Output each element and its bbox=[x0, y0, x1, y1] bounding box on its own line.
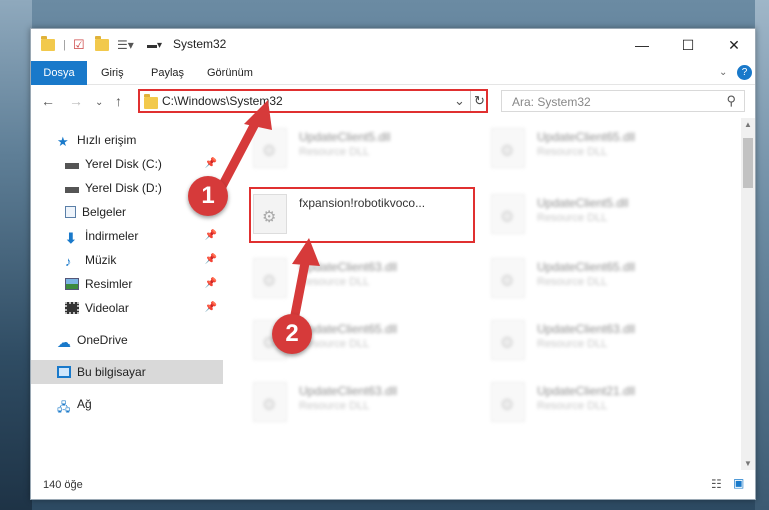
music-icon: ♪ bbox=[65, 254, 72, 269]
file-item[interactable]: UpdateClient63.dll Resource DLL bbox=[249, 252, 449, 306]
recent-locations-icon[interactable]: ⌄ bbox=[95, 97, 103, 108]
sidebar-item-downloads[interactable]: ⬇ İndirmeler 📌 bbox=[31, 224, 223, 248]
sidebar-item-local-disk-c[interactable]: Yerel Disk (C:) 📌 bbox=[31, 152, 223, 176]
sidebar-item-pictures[interactable]: Resimler 📌 bbox=[31, 272, 223, 296]
explorer-window: | ☑ ☰▾ ▬▾ System32 — ☐ ✕ Dosya Giriş Pay… bbox=[30, 28, 756, 500]
chevron-down-icon[interactable]: ▬▾ bbox=[147, 36, 162, 54]
separator-icon: | bbox=[63, 39, 66, 51]
file-item[interactable]: UpdateClient21.dll Resource DLL bbox=[487, 376, 687, 430]
file-item[interactable]: UpdateClient5.dll Resource DLL bbox=[249, 122, 449, 176]
sidebar-item-this-pc[interactable]: Bu bilgisayar bbox=[31, 360, 223, 384]
pin-icon[interactable]: 📌 bbox=[205, 230, 217, 241]
sidebar-item-music[interactable]: ♪ Müzik 📌 bbox=[31, 248, 223, 272]
network-icon: 🖧 bbox=[57, 400, 71, 414]
dll-file-icon bbox=[491, 382, 525, 422]
folder-icon bbox=[41, 36, 55, 54]
dll-file-icon bbox=[491, 194, 525, 234]
ribbon: Dosya Giriş Paylaş Görünüm ⌄ ? bbox=[31, 61, 755, 85]
vertical-scrollbar[interactable]: ▲ ▼ bbox=[741, 118, 755, 470]
computer-icon bbox=[57, 366, 71, 378]
drive-icon bbox=[65, 187, 79, 193]
document-icon bbox=[65, 206, 76, 218]
file-item[interactable]: UpdateClient63.dll Resource DLL bbox=[487, 314, 687, 368]
minimize-button[interactable]: — bbox=[619, 29, 665, 61]
scrollbar-thumb[interactable] bbox=[743, 138, 753, 188]
dll-file-icon bbox=[253, 128, 287, 168]
sidebar-item-videos[interactable]: Videolar 📌 bbox=[31, 296, 223, 320]
target-file-highlight bbox=[249, 187, 475, 243]
pin-icon[interactable]: 📌 bbox=[205, 254, 217, 265]
status-bar: 140 öğe ☷ ▣ bbox=[31, 470, 755, 499]
search-icon[interactable]: ⚲ bbox=[726, 93, 736, 109]
maximize-button[interactable]: ☐ bbox=[665, 29, 711, 61]
pictures-icon bbox=[65, 278, 79, 290]
scroll-up-icon[interactable]: ▲ bbox=[744, 120, 752, 129]
desktop-left-edge bbox=[0, 0, 32, 510]
refresh-icon[interactable]: ↻ bbox=[474, 93, 485, 109]
navigation-pane: ★ Hızlı erişim Yerel Disk (C:) 📌 Yerel D… bbox=[31, 118, 227, 470]
back-arrow-icon[interactable]: ← bbox=[41, 93, 55, 109]
step-1-badge: 1 bbox=[188, 176, 228, 216]
dll-file-icon bbox=[491, 258, 525, 298]
file-list: UpdateClient5.dll Resource DLL UpdateCli… bbox=[229, 118, 741, 470]
sidebar-item-quick-access[interactable]: ★ Hızlı erişim bbox=[31, 128, 223, 152]
cloud-icon: ☁ bbox=[57, 334, 71, 350]
window-title: System32 bbox=[173, 37, 227, 51]
tab-paylas[interactable]: Paylaş bbox=[141, 61, 194, 85]
item-count: 140 öğe bbox=[43, 479, 83, 491]
dll-file-icon bbox=[491, 320, 525, 360]
properties-icon[interactable]: ☑ bbox=[73, 36, 85, 54]
dll-file-icon bbox=[253, 382, 287, 422]
folder-icon bbox=[144, 94, 158, 114]
drive-icon bbox=[65, 163, 79, 169]
sidebar-item-onedrive[interactable]: ☁ OneDrive bbox=[31, 328, 223, 352]
file-item[interactable]: UpdateClient65.dll Resource DLL bbox=[487, 122, 687, 176]
help-icon[interactable]: ? bbox=[737, 65, 752, 80]
tab-giris[interactable]: Giriş bbox=[91, 61, 134, 85]
download-icon: ⬇ bbox=[65, 230, 77, 246]
forward-arrow-icon[interactable]: → bbox=[69, 93, 83, 109]
address-bar[interactable]: C:\Windows\System32 ⌄ ↻ bbox=[138, 89, 488, 113]
desktop-right-edge bbox=[755, 0, 769, 510]
tab-dosya[interactable]: Dosya bbox=[31, 61, 87, 85]
close-button[interactable]: ✕ bbox=[711, 29, 757, 61]
file-item[interactable]: UpdateClient65.dll Resource DLL bbox=[487, 252, 687, 306]
sidebar-item-network[interactable]: 🖧 Ağ bbox=[31, 392, 223, 416]
pin-icon[interactable]: 📌 bbox=[205, 302, 217, 313]
file-item[interactable]: UpdateClient5.dll Resource DLL bbox=[487, 188, 687, 242]
customize-quick-access-icon[interactable]: ☰▾ bbox=[117, 36, 134, 54]
videos-icon bbox=[65, 302, 79, 314]
dll-file-icon bbox=[491, 128, 525, 168]
search-placeholder: Ara: System32 bbox=[512, 95, 591, 109]
up-arrow-icon[interactable]: ↑ bbox=[115, 93, 122, 109]
large-icons-view-icon[interactable]: ▣ bbox=[733, 476, 744, 490]
file-item[interactable]: UpdateClient63.dll Resource DLL bbox=[249, 376, 449, 430]
address-path: C:\Windows\System32 bbox=[162, 94, 283, 108]
pin-icon[interactable]: 📌 bbox=[205, 158, 217, 169]
title-bar: | ☑ ☰▾ ▬▾ System32 — ☐ ✕ bbox=[31, 29, 755, 61]
star-icon: ★ bbox=[57, 134, 69, 149]
new-folder-icon[interactable] bbox=[95, 36, 109, 54]
step-2-badge: 2 bbox=[272, 314, 312, 354]
dll-file-icon bbox=[253, 258, 287, 298]
tab-gorunum[interactable]: Görünüm bbox=[197, 61, 263, 85]
address-dropdown-icon[interactable]: ⌄ bbox=[454, 93, 465, 109]
details-view-icon[interactable]: ☷ bbox=[711, 477, 722, 491]
expand-ribbon-icon[interactable]: ⌄ bbox=[719, 67, 727, 78]
search-box[interactable]: Ara: System32 ⚲ bbox=[501, 90, 745, 112]
navigation-bar: ← → ⌄ ↑ C:\Windows\System32 ⌄ ↻ Ara: Sys… bbox=[31, 85, 755, 118]
pin-icon[interactable]: 📌 bbox=[205, 278, 217, 289]
scroll-down-icon[interactable]: ▼ bbox=[744, 459, 752, 468]
